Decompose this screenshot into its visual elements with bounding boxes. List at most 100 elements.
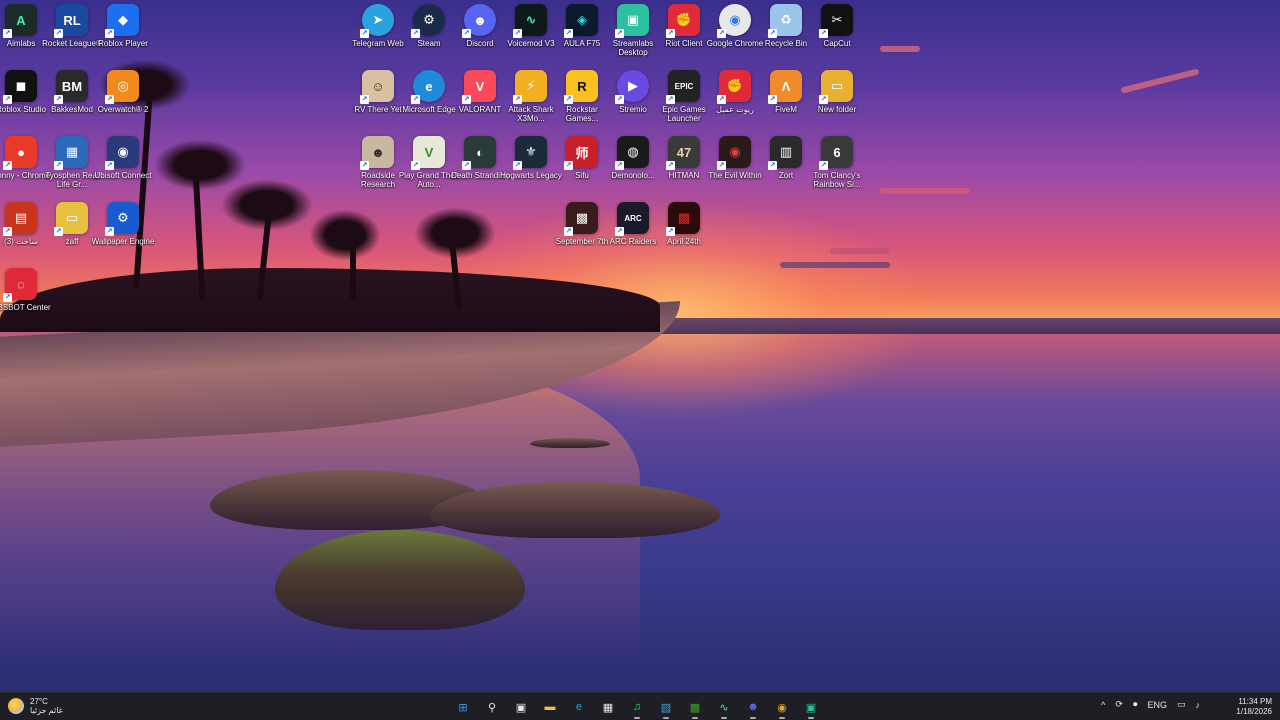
volume-icon[interactable]: ♪ xyxy=(1196,700,1201,710)
desktop-icon[interactable]: ▩ ↗ September 7th xyxy=(554,202,610,264)
desktop-icon[interactable]: ☺ ↗ RV There Yet xyxy=(350,70,406,132)
desktop-icon[interactable]: RL ↗ Rocket League® xyxy=(42,4,102,66)
app-icon: R ↗ xyxy=(564,70,598,104)
desktop-icon[interactable]: ▭ ↗ New folder xyxy=(809,70,865,132)
app-icon: ✂ ↗ xyxy=(819,4,853,38)
clock-time: 11:34 PM xyxy=(1238,697,1272,706)
desktop-icon[interactable]: ▦ ↗ Tyosphen Real Life Gr... xyxy=(44,136,100,198)
desktop-icon[interactable]: ◉ ↗ Google Chrome xyxy=(707,4,763,66)
taskbar-file-explorer-icon[interactable]: ▬ xyxy=(539,696,561,718)
shortcut-arrow-icon: ↗ xyxy=(819,161,828,170)
desktop-icon[interactable]: R ↗ Rockstar Games... xyxy=(554,70,610,132)
desktop-icon[interactable]: ◉ ↗ The Evil Within xyxy=(707,136,763,198)
app-icon: V ↗ xyxy=(462,70,496,104)
app-icon: ☺ ↗ xyxy=(360,70,394,104)
taskbar-discord-icon[interactable]: ☻ xyxy=(742,696,764,719)
cloud xyxy=(780,262,890,268)
rock xyxy=(530,438,610,448)
taskbar-minecraft-icon[interactable]: ▩ xyxy=(684,696,706,719)
taskbar-voicemod-icon[interactable]: ∿ xyxy=(713,696,735,719)
taskbar-store-icon[interactable]: ▦ xyxy=(597,696,619,718)
desktop-icon[interactable]: ◍ ↗ Demonolo... xyxy=(605,136,661,198)
app-icon: ▣ ↗ xyxy=(615,4,649,38)
shortcut-arrow-icon: ↗ xyxy=(54,161,63,170)
app-icon: ◆ ↗ xyxy=(105,4,139,38)
desktop-icon[interactable]: ▩ ↗ April 24th xyxy=(656,202,712,264)
desktop-icon[interactable]: ▣ ↗ Streamlabs Desktop xyxy=(605,4,661,66)
desktop-icon[interactable]: ♻ ↗ Recycle Bin xyxy=(758,4,814,66)
app-icon: 6 ↗ xyxy=(819,136,853,170)
desktop-icon[interactable]: ⚙ ↗ Steam xyxy=(401,4,457,66)
taskbar-start-icon[interactable]: ⊞ xyxy=(452,696,474,718)
weather-widget[interactable]: 27°C غائم جزئيا xyxy=(8,697,63,715)
app-icon: ♻ ↗ xyxy=(768,4,802,38)
desktop-icon[interactable]: ARC ↗ ARC Raiders xyxy=(605,202,661,264)
shortcut-arrow-icon: ↗ xyxy=(564,29,573,38)
shortcut-arrow-icon: ↗ xyxy=(462,161,471,170)
desktop-icon[interactable]: ⚙ ↗ Wallpaper Engine xyxy=(92,202,154,264)
desktop-icon[interactable]: ⚜ ↗ Hogwarts Legacy xyxy=(500,136,562,198)
shortcut-arrow-icon: ↗ xyxy=(54,29,63,38)
desktop-icon[interactable]: ▤ ↗ ساخت (3) xyxy=(0,202,49,264)
desktop-icon[interactable]: 47 ↗ HITMAN xyxy=(656,136,712,198)
desktop-icon[interactable]: 6 ↗ Tom Clancy's Rainbow Si... xyxy=(809,136,865,198)
taskbar-task-view-icon[interactable]: ▣ xyxy=(510,696,532,718)
app-icon: ◼ ↗ xyxy=(3,70,37,104)
desktop-icon[interactable]: ◌↗OBSBOT Center xyxy=(0,268,51,330)
desktop-icon[interactable]: 师 ↗ Sifu xyxy=(554,136,610,198)
desktop-icon[interactable]: ☻ ↗ Discord xyxy=(452,4,508,66)
palm-fronds xyxy=(310,210,380,260)
show-hidden-icons-chevron[interactable]: ^ xyxy=(1101,700,1105,710)
network-icon[interactable]: ▭ xyxy=(1177,699,1186,710)
desktop-icon[interactable]: BM ↗ BakkesMod xyxy=(44,70,100,132)
desktop-icon[interactable]: ◉ ↗ Ubisoft Connect xyxy=(95,136,151,198)
shortcut-arrow-icon: ↗ xyxy=(105,161,114,170)
microphone-icon[interactable]: ⏺ xyxy=(1133,699,1138,710)
desktop-icon[interactable]: Λ ↗ FiveM xyxy=(758,70,814,132)
app-icon: A ↗ xyxy=(3,4,37,38)
cloud xyxy=(880,46,920,52)
shortcut-arrow-icon: ↗ xyxy=(513,161,522,170)
desktop-icon[interactable]: ✊ ↗ Riot Client xyxy=(656,4,712,66)
clock[interactable]: 11:34 PM 1/18/2026 xyxy=(1236,697,1272,717)
desktop-icon[interactable]: e ↗ Microsoft Edge xyxy=(401,70,457,132)
shortcut-arrow-icon: ↗ xyxy=(513,95,522,104)
desktop-icon[interactable]: EPIC ↗ Epic Games Launcher xyxy=(656,70,712,132)
taskbar-spotify-icon[interactable]: ♫ xyxy=(626,696,648,719)
desktop-icon[interactable]: ▭ ↗ zaff xyxy=(44,202,100,264)
app-icon: ARC ↗ xyxy=(615,202,649,236)
desktop-icon[interactable]: ◐ ↗ Death Stranding xyxy=(451,136,509,198)
desktop-icon[interactable]: ◆ ↗ Roblox Player xyxy=(95,4,151,66)
app-icon: ● ↗ xyxy=(3,136,37,170)
shortcut-arrow-icon: ↗ xyxy=(666,227,675,236)
taskbar-chrome-icon[interactable]: ◉ xyxy=(771,696,793,719)
app-icon: ✊ ↗ xyxy=(717,70,751,104)
desktop-icon[interactable]: V ↗ Play Grand Theft Auto... xyxy=(399,136,459,198)
app-icon: ▥ ↗ xyxy=(768,136,802,170)
rock xyxy=(430,482,720,538)
desktop-icon[interactable]: ◎ ↗ Overwatch® 2 xyxy=(95,70,151,132)
desktop-icon-label: Ubisoft Connect xyxy=(94,171,152,180)
taskbar-edge-icon[interactable]: e xyxy=(568,696,590,718)
desktop-icon[interactable]: A ↗ Aimlabs xyxy=(0,4,49,66)
taskbar-snipping-icon[interactable]: ▧ xyxy=(655,696,677,719)
language-indicator[interactable]: ENG xyxy=(1147,700,1167,710)
app-icon: ◉ ↗ xyxy=(717,4,751,38)
sync-icon[interactable]: ⟳ xyxy=(1115,699,1123,710)
shortcut-arrow-icon: ↗ xyxy=(717,161,726,170)
clock-date: 1/18/2026 xyxy=(1236,707,1272,716)
shortcut-arrow-icon: ↗ xyxy=(360,161,369,170)
desktop-icon[interactable]: ✂ ↗ CapCut xyxy=(809,4,865,66)
desktop-icon[interactable]: ◼ ↗ Roblox Studio xyxy=(0,70,49,132)
desktop-icon[interactable]: ✊ ↗ ريوت عميل xyxy=(707,70,763,132)
shortcut-arrow-icon: ↗ xyxy=(411,29,420,38)
desktop-icon[interactable]: ∿ ↗ Voicemod V3 xyxy=(503,4,559,66)
app-icon: ▭ ↗ xyxy=(819,70,853,104)
shortcut-arrow-icon: ↗ xyxy=(768,95,777,104)
weather-temperature: 27°C xyxy=(30,697,48,706)
app-icon: ◎ ↗ xyxy=(105,70,139,104)
taskbar-streamlabs-icon[interactable]: ▣ xyxy=(800,696,822,719)
desktop-icon[interactable]: ➤ ↗ Telegram Web xyxy=(350,4,406,66)
shortcut-arrow-icon: ↗ xyxy=(3,29,12,38)
taskbar-search-icon[interactable]: ⚲ xyxy=(481,696,503,718)
